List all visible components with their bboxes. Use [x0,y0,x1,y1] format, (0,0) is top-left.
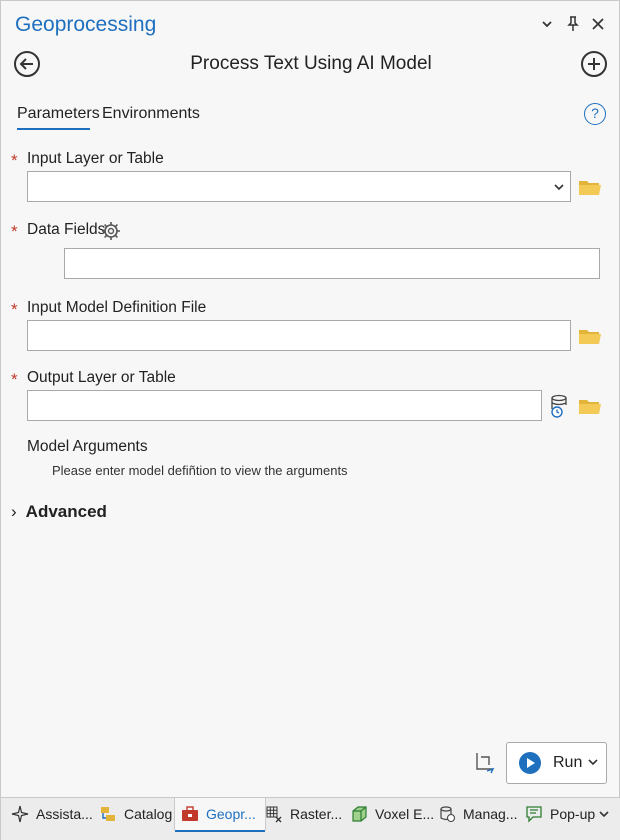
output-layer-input[interactable] [27,390,542,421]
history-icon[interactable] [474,751,496,775]
help-icon[interactable]: ? [584,103,606,125]
new-database-icon[interactable] [548,394,570,418]
dock-tab-label: Voxel E... [375,806,435,822]
dock-tab-label: Raster... [290,806,343,822]
close-icon [592,18,604,30]
geoprocessing-pane: Geoprocessing Process Text Using AI Mode… [0,0,620,840]
dock-tab-bar: Assista... Catalog Geopr... Raster... Vo… [1,797,620,840]
data-fields-label: Data Fields [27,221,106,238]
pane-options-button[interactable] [536,13,558,35]
chevron-down-icon[interactable] [586,755,600,769]
sparkle-icon [11,805,29,823]
required-marker: * [11,300,18,319]
run-label: Run [553,754,583,771]
tab-environments[interactable]: Environments [102,105,200,123]
chevron-down-icon [542,21,552,28]
tab-active-indicator [17,128,90,130]
data-fields-input[interactable] [64,248,600,279]
toolbox-icon [181,805,199,823]
dock-tab-label: Catalog [124,806,173,822]
output-layer-label: Output Layer or Table [27,369,176,386]
raster-icon [265,805,283,823]
run-button[interactable]: Run [506,742,607,784]
pin-button[interactable] [562,13,584,35]
advanced-label: Advanced [25,502,107,521]
chevron-down-icon [554,184,564,191]
add-button[interactable] [581,51,607,77]
dock-tab-popup[interactable]: Pop-up [525,798,595,830]
dock-tab-label: Assista... [36,806,93,822]
tab-parameters[interactable]: Parameters [17,105,100,123]
model-definition-label: Input Model Definition File [27,299,207,316]
advanced-section-toggle[interactable]: › Advanced [11,502,107,522]
database-icon [438,805,456,823]
catalog-icon [99,805,117,823]
chevron-down-icon [599,811,609,818]
play-icon [519,752,541,774]
dock-tab-assistant[interactable]: Assista... [11,798,93,830]
dock-tabs-overflow-button[interactable] [597,798,611,830]
dock-tab-label: Manag... [463,806,518,822]
browse-folder-icon[interactable] [578,326,602,346]
browse-folder-icon[interactable] [578,396,602,416]
chevron-right-icon: › [11,502,17,521]
dock-tab-label: Pop-up [550,806,596,822]
tool-title: Process Text Using AI Model [190,53,432,74]
plus-icon [588,58,600,70]
gear-icon[interactable] [101,221,121,241]
dock-tab-catalog[interactable]: Catalog [99,798,172,830]
required-marker: * [11,370,18,389]
input-layer-dropdown[interactable] [27,171,571,202]
popup-icon [525,805,543,823]
title-bar: Geoprocessing [1,1,620,49]
model-definition-input[interactable] [27,320,571,351]
input-layer-label: Input Layer or Table [27,150,164,167]
browse-folder-icon[interactable] [578,177,602,197]
dock-tab-label: Geopr... [206,806,256,822]
required-marker: * [11,222,18,241]
dock-tab-manage[interactable]: Manag... [438,798,517,830]
dock-tab-raster[interactable]: Raster... [265,798,342,830]
pane-title: Geoprocessing [15,13,157,36]
dock-tab-geoprocessing[interactable]: Geopr... [174,798,266,832]
dock-tab-voxel[interactable]: Voxel E... [350,798,434,830]
required-marker: * [11,151,18,170]
pin-icon [567,16,579,31]
model-arguments-heading: Model Arguments [27,438,148,455]
voxel-icon [350,805,368,823]
model-arguments-note: Please enter model defiñtion to view the… [52,463,348,478]
close-button[interactable] [587,13,609,35]
